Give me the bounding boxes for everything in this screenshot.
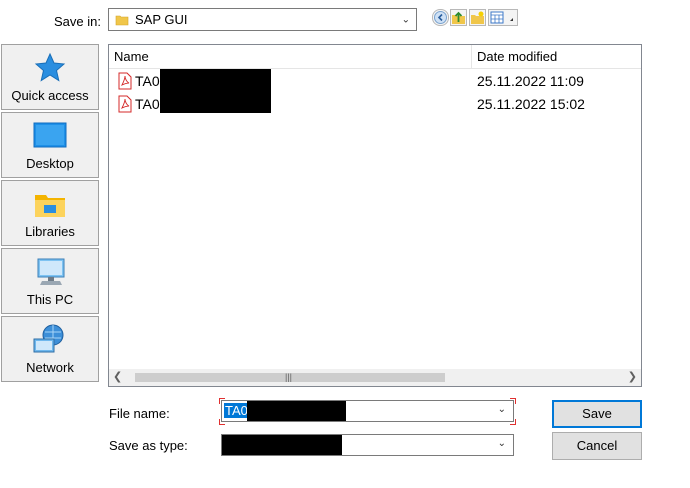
place-label: Desktop xyxy=(26,156,74,171)
save-in-folder: SAP GUI xyxy=(135,12,188,27)
redaction-block xyxy=(160,69,271,91)
save-in-label: Save in: xyxy=(54,14,101,29)
horizontal-scrollbar[interactable]: ❮ ||| ❯ xyxy=(109,369,641,386)
scroll-grip-icon: ||| xyxy=(285,372,293,382)
pdf-icon xyxy=(118,72,132,93)
redaction-block xyxy=(247,401,346,421)
redaction-block xyxy=(222,435,342,455)
focus-corner xyxy=(219,419,225,425)
place-label: Network xyxy=(26,360,74,375)
folder-icon xyxy=(115,13,129,30)
desktop-icon xyxy=(2,119,98,153)
column-header-date-modified[interactable]: Date modified xyxy=(472,45,641,69)
up-folder-icon[interactable] xyxy=(450,9,467,26)
focus-corner xyxy=(510,419,516,425)
file-name-input[interactable]: TA0 ⌄ xyxy=(221,400,514,422)
chevron-down-icon[interactable]: ⌄ xyxy=(498,438,506,449)
place-label: Quick access xyxy=(11,88,89,103)
file-name: TA0 xyxy=(135,96,160,112)
file-date: 25.11.2022 11:09 xyxy=(477,73,584,89)
redaction-block xyxy=(160,91,271,113)
cancel-button[interactable]: Cancel xyxy=(552,432,642,460)
save-as-type-dropdown[interactable]: ⌄ xyxy=(221,434,514,456)
scroll-right-icon[interactable]: ❯ xyxy=(628,370,637,383)
chevron-down-icon[interactable]: ⌄ xyxy=(402,14,410,25)
save-button[interactable]: Save xyxy=(552,400,642,428)
column-header-name[interactable]: Name xyxy=(109,45,472,69)
place-label: Libraries xyxy=(25,224,75,239)
file-name-value: TA0 xyxy=(224,403,249,418)
focus-corner xyxy=(510,398,516,404)
network-icon xyxy=(2,323,98,357)
focus-corner xyxy=(219,398,225,404)
place-quick-access[interactable]: Quick access xyxy=(1,44,99,110)
place-desktop[interactable]: Desktop xyxy=(1,112,99,178)
quick-access-star-icon xyxy=(2,51,98,85)
place-network[interactable]: Network xyxy=(1,316,99,382)
save-as-type-label: Save as type: xyxy=(109,438,188,453)
file-date: 25.11.2022 15:02 xyxy=(477,96,585,112)
file-list[interactable]: Name Date modified TA0 25.11.2022 11:09 … xyxy=(108,44,642,387)
file-row[interactable]: TA0 25.11.2022 15:02 xyxy=(109,91,641,116)
back-icon[interactable] xyxy=(432,9,449,26)
chevron-down-icon[interactable]: ⌄ xyxy=(498,404,506,415)
place-this-pc[interactable]: This PC xyxy=(1,248,99,314)
scroll-left-icon[interactable]: ❮ xyxy=(113,370,122,383)
view-menu-icon[interactable] xyxy=(488,9,518,26)
save-in-dropdown[interactable]: SAP GUI ⌄ xyxy=(108,8,417,31)
new-folder-icon[interactable] xyxy=(469,9,486,26)
file-row[interactable]: TA0 25.11.2022 11:09 xyxy=(109,69,641,93)
place-libraries[interactable]: Libraries xyxy=(1,180,99,246)
place-label: This PC xyxy=(26,292,74,307)
file-name-label: File name: xyxy=(109,406,170,421)
file-name: TA0 xyxy=(135,73,160,89)
pdf-icon xyxy=(118,95,132,116)
this-pc-icon xyxy=(2,255,98,289)
libraries-icon xyxy=(2,187,98,221)
